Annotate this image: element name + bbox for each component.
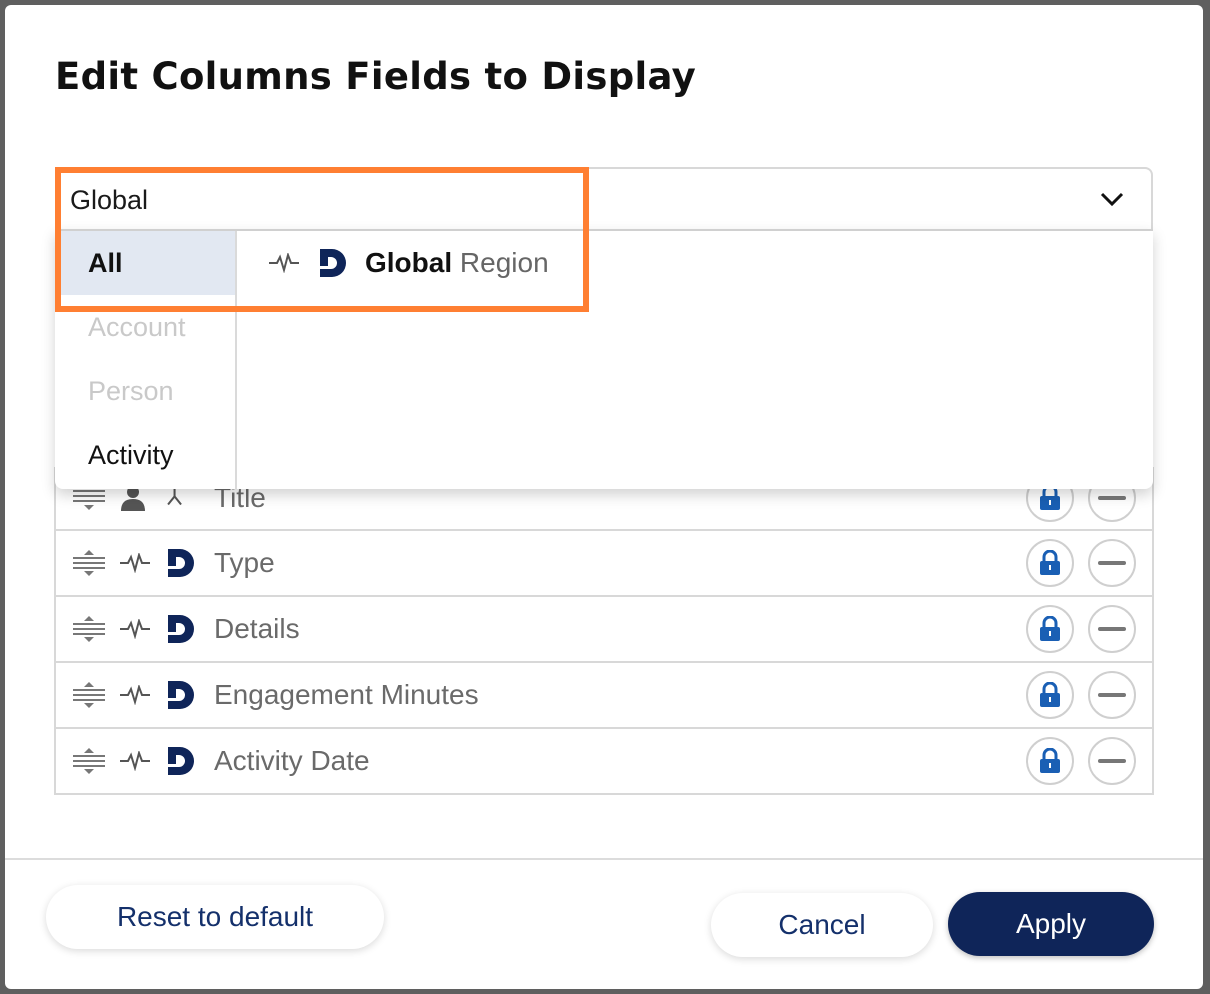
d-logo-icon: [168, 615, 194, 643]
lock-button[interactable]: [1026, 671, 1074, 719]
field-label: Engagement Minutes: [214, 679, 479, 710]
lock-icon: [1040, 550, 1060, 575]
minus-icon: [1098, 759, 1126, 763]
remove-field-button[interactable]: [1088, 737, 1136, 785]
activity-pulse-icon: [269, 253, 299, 273]
remove-field-button[interactable]: [1088, 605, 1136, 653]
option-global-region[interactable]: Global Region: [237, 231, 1151, 295]
lock-button[interactable]: [1026, 605, 1074, 653]
drag-handle-icon[interactable]: [72, 616, 106, 642]
option-rest-text: Region: [452, 247, 549, 278]
dropdown-panel: All Account Person Activity Global Regio…: [55, 229, 1153, 489]
category-all[interactable]: All: [55, 231, 235, 295]
field-row[interactable]: Activity Date: [56, 727, 1152, 793]
category-account: Account: [88, 312, 186, 342]
lock-button[interactable]: [1026, 737, 1074, 785]
option-label: Global Region: [365, 247, 549, 279]
field-source-select[interactable]: Global: [55, 167, 1153, 231]
activity-pulse-icon: [120, 751, 150, 771]
lock-icon: [1040, 682, 1060, 707]
remove-field-button[interactable]: [1088, 539, 1136, 587]
minus-icon: [1098, 496, 1126, 500]
field-label: Type: [214, 547, 275, 578]
lock-icon: [1040, 616, 1060, 641]
cancel-button[interactable]: Cancel: [711, 893, 933, 957]
d-logo-icon: [320, 249, 346, 277]
field-list: Title Type Details Engagement Minutes Ac…: [54, 467, 1154, 795]
minus-icon: [1098, 627, 1126, 631]
field-label: Details: [214, 613, 300, 644]
drag-handle-icon[interactable]: [72, 550, 106, 576]
d-logo-icon: [168, 681, 194, 709]
minus-icon: [1098, 693, 1126, 697]
category-person: Person: [88, 376, 174, 406]
lock-icon: [1040, 748, 1060, 773]
field-row[interactable]: Type: [56, 529, 1152, 595]
option-match-text: Global: [365, 247, 453, 278]
lock-button[interactable]: [1026, 539, 1074, 587]
select-value[interactable]: Global: [70, 185, 148, 216]
drag-handle-icon[interactable]: [72, 748, 106, 774]
d-logo-icon: [168, 747, 194, 775]
minus-icon: [1098, 561, 1126, 565]
category-list: All Account Person Activity: [55, 231, 237, 489]
activity-pulse-icon: [120, 553, 150, 573]
edit-columns-dialog: Edit Columns Fields to Display Title Typ…: [5, 5, 1203, 989]
activity-pulse-icon: [120, 685, 150, 705]
category-activity[interactable]: Activity: [55, 423, 235, 487]
remove-field-button[interactable]: [1088, 671, 1136, 719]
field-row[interactable]: Engagement Minutes: [56, 661, 1152, 727]
apply-button[interactable]: Apply: [948, 892, 1154, 956]
drag-handle-icon[interactable]: [72, 682, 106, 708]
dialog-title: Edit Columns Fields to Display: [55, 55, 697, 98]
d-logo-icon: [168, 549, 194, 577]
activity-pulse-icon: [120, 619, 150, 639]
field-label: Activity Date: [214, 745, 370, 776]
footer-divider: [5, 858, 1203, 860]
field-row[interactable]: Details: [56, 595, 1152, 661]
reset-to-default-button[interactable]: Reset to default: [46, 885, 384, 949]
chevron-down-icon[interactable]: [1099, 189, 1125, 209]
